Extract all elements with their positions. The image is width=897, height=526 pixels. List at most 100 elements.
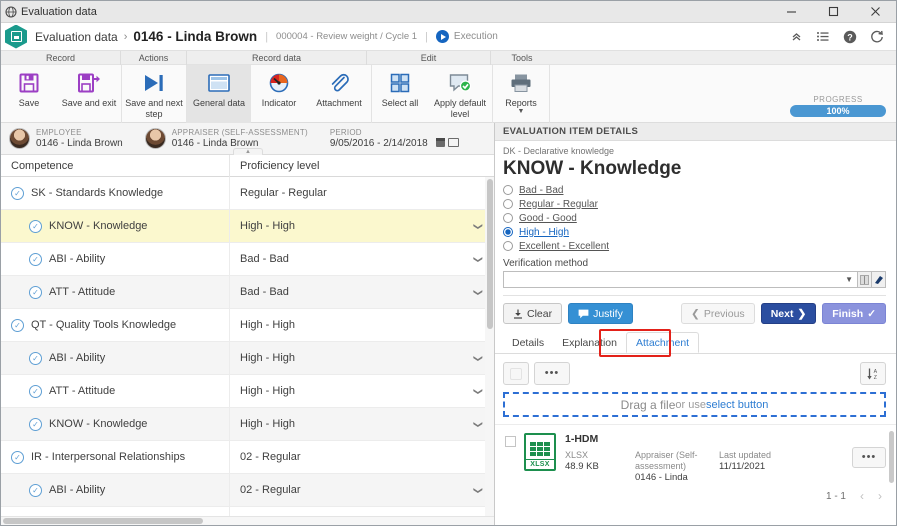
table-row[interactable]: ✓ ATT - Attitude Bad - Bad ❯ bbox=[1, 275, 494, 309]
general-data-button-label: General data bbox=[192, 98, 246, 108]
competence-cell: ✓ ABI - Ability bbox=[1, 351, 229, 365]
apply-default-level-button[interactable]: Apply default level bbox=[428, 65, 492, 123]
refresh-icon[interactable] bbox=[870, 30, 884, 44]
select-button-link[interactable]: select button bbox=[706, 399, 768, 411]
chevron-down-icon[interactable]: ❯ bbox=[473, 255, 484, 263]
chevron-down-icon[interactable]: ▼ bbox=[518, 108, 525, 115]
proficiency-option-1[interactable]: Regular - Regular bbox=[503, 197, 886, 211]
proficiency-value: Regular - Regular bbox=[240, 187, 327, 199]
pager-prev-icon[interactable]: ‹ bbox=[860, 489, 864, 503]
check-circle-icon[interactable]: ✓ bbox=[29, 252, 42, 266]
chevron-down-icon[interactable]: ❯ bbox=[473, 387, 484, 395]
help-icon[interactable]: ? bbox=[843, 30, 857, 44]
proficiency-radio-group[interactable]: Bad - Bad Regular - Regular Good - Good Hig… bbox=[503, 183, 886, 253]
chevron-down-icon[interactable]: ❯ bbox=[473, 288, 484, 296]
attachment-row-menu-button[interactable]: ••• bbox=[852, 447, 886, 468]
attachment-row-checkbox[interactable] bbox=[505, 436, 516, 447]
calendar-icon[interactable] bbox=[435, 138, 445, 147]
breadcrumb-root-link[interactable]: Evaluation data bbox=[35, 30, 118, 44]
check-circle-icon[interactable]: ✓ bbox=[29, 285, 42, 299]
radio-icon[interactable] bbox=[503, 227, 513, 237]
table-row[interactable]: ✓ IR - Interpersonal Relationships 02 - Re… bbox=[1, 440, 494, 474]
file-dropzone[interactable]: Drag a file or use select button bbox=[503, 392, 886, 417]
collapse-ribbon-icon[interactable] bbox=[790, 30, 803, 43]
horizontal-scrollbar-thumb[interactable] bbox=[3, 518, 203, 524]
check-circle-icon[interactable]: ✓ bbox=[11, 318, 24, 332]
previous-button[interactable]: ❮ Previous bbox=[681, 303, 755, 324]
select-all-button[interactable]: Select all bbox=[372, 65, 428, 123]
tab-explanation[interactable]: Explanation bbox=[553, 332, 626, 353]
check-circle-icon[interactable]: ✓ bbox=[29, 483, 42, 497]
chevron-down-icon[interactable]: ▼ bbox=[845, 275, 853, 284]
column-header-competence: Competence bbox=[11, 159, 74, 172]
save-button[interactable]: Save bbox=[1, 65, 57, 123]
minimize-button[interactable] bbox=[770, 1, 812, 23]
tab-attachment[interactable]: Attachment bbox=[625, 332, 700, 353]
clear-button-label: Clear bbox=[527, 307, 553, 320]
attachment-list-item[interactable]: XLSX 1-HDM XLSX 48.9 KB Appraiser (Self-… bbox=[495, 424, 896, 483]
table-row[interactable]: ✓ATT - Attitude02 - Regular❯ bbox=[1, 506, 494, 516]
maximize-button[interactable] bbox=[812, 1, 854, 23]
table-row[interactable]: ✓ KNOW - Knowledge High - High ❯ bbox=[1, 209, 494, 243]
attachment-button[interactable]: Attachment bbox=[307, 65, 371, 123]
chevron-down-icon[interactable]: ❯ bbox=[473, 486, 484, 494]
list-menu-icon[interactable] bbox=[816, 30, 830, 43]
table-row[interactable]: ✓ ABI - Ability High - High ❯ bbox=[1, 341, 494, 375]
table-row[interactable]: ✓ ABI - Ability Bad - Bad ❯ bbox=[1, 242, 494, 276]
next-button[interactable]: Next ❯ bbox=[760, 303, 817, 324]
table-row[interactable]: ✓ SK - Standards Knowledge Regular - Regul… bbox=[1, 177, 494, 210]
pager-next-icon[interactable]: › bbox=[878, 489, 882, 503]
indicator-button[interactable]: Indicator bbox=[251, 65, 307, 123]
chevron-down-icon[interactable]: ❯ bbox=[473, 222, 484, 230]
finish-button-label: Finish bbox=[832, 307, 864, 320]
app-logo-icon bbox=[5, 24, 27, 49]
table-header: Competence Proficiency level bbox=[1, 154, 494, 177]
screen-icon[interactable] bbox=[447, 138, 459, 147]
verification-method-clear-icon[interactable] bbox=[872, 271, 886, 288]
verification-method-input[interactable]: ▼ bbox=[503, 271, 858, 288]
check-circle-icon[interactable]: ✓ bbox=[11, 186, 24, 200]
table-row[interactable]: ✓ ATT - Attitude High - High ❯ bbox=[1, 374, 494, 408]
proficiency-value: High - High bbox=[240, 319, 296, 331]
radio-icon[interactable] bbox=[503, 199, 513, 209]
close-button[interactable] bbox=[854, 1, 896, 23]
proficiency-option-4[interactable]: Excellent - Excellent bbox=[503, 239, 886, 253]
check-circle-icon[interactable]: ✓ bbox=[29, 384, 42, 398]
table-row[interactable]: ✓ KNOW - Knowledge High - High ❯ bbox=[1, 407, 494, 441]
chevron-down-icon[interactable]: ❯ bbox=[473, 354, 484, 362]
save-and-next-step-button[interactable]: Save and next step bbox=[122, 65, 186, 123]
proficiency-option-0[interactable]: Bad - Bad bbox=[503, 183, 886, 197]
collapse-header-handle[interactable]: ▲ bbox=[233, 148, 263, 155]
attachment-more-menu-button[interactable]: ••• bbox=[534, 362, 570, 385]
reports-button[interactable]: Reports ▼ bbox=[493, 65, 549, 123]
finish-button[interactable]: Finish ✓ bbox=[822, 303, 886, 324]
radio-icon[interactable] bbox=[503, 185, 513, 195]
check-circle-icon[interactable]: ✓ bbox=[29, 351, 42, 365]
justify-button[interactable]: Justify bbox=[568, 303, 633, 324]
competence-scrollbar-thumb[interactable] bbox=[487, 179, 493, 329]
clear-button[interactable]: Clear bbox=[503, 303, 563, 324]
attachment-list-scrollbar-thumb[interactable] bbox=[889, 431, 894, 483]
attachment-sort-button[interactable]: AZ bbox=[860, 362, 886, 385]
radio-icon[interactable] bbox=[503, 213, 513, 223]
horizontal-scrollbar[interactable] bbox=[1, 516, 494, 525]
check-circle-icon[interactable]: ✓ bbox=[29, 417, 42, 431]
table-row[interactable]: ✓ ABI - Ability 02 - Regular ❯ bbox=[1, 473, 494, 507]
chevron-down-icon[interactable]: ❯ bbox=[473, 420, 484, 428]
proficiency-option-3[interactable]: High - High bbox=[503, 225, 886, 239]
competence-scrollbar[interactable] bbox=[485, 177, 494, 516]
proficiency-option-label: High - High bbox=[519, 226, 570, 238]
competence-table-body[interactable]: ✓ SK - Standards Knowledge Regular - Regul… bbox=[1, 177, 494, 516]
save-and-exit-button[interactable]: Save and exit bbox=[57, 65, 121, 123]
verification-method-lookup-icon[interactable] bbox=[858, 271, 872, 288]
ribbon-toolbar: Save Save and exit Save and next step Ge… bbox=[1, 65, 896, 123]
radio-icon[interactable] bbox=[503, 241, 513, 251]
general-data-button[interactable]: General data bbox=[187, 65, 251, 123]
attachment-select-all-checkbox[interactable] bbox=[503, 362, 529, 385]
check-circle-icon[interactable]: ✓ bbox=[11, 450, 24, 464]
table-row[interactable]: ✓ QT - Quality Tools Knowledge High - High bbox=[1, 308, 494, 342]
tab-details[interactable]: Details bbox=[503, 332, 553, 353]
competence-name: IR - Interpersonal Relationships bbox=[31, 451, 186, 463]
proficiency-option-2[interactable]: Good - Good bbox=[503, 211, 886, 225]
check-circle-icon[interactable]: ✓ bbox=[29, 219, 42, 233]
